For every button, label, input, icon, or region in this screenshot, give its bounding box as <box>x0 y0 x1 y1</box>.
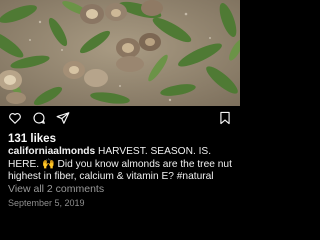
view-comments-link[interactable]: View all 2 comments <box>8 183 104 195</box>
post-action-bar <box>0 106 240 128</box>
paper-plane-icon[interactable] <box>56 111 70 125</box>
post-caption: californiaalmonds HARVEST. SEASON. IS. H… <box>8 146 236 184</box>
comment-bubble-icon[interactable] <box>32 111 46 125</box>
username-link[interactable]: californiaalmonds <box>8 146 95 157</box>
like-count[interactable]: 131 likes <box>8 133 56 145</box>
bookmark-icon[interactable] <box>218 111 232 125</box>
heart-icon[interactable] <box>8 111 22 125</box>
post-date: September 5, 2019 <box>8 198 85 208</box>
post-photo[interactable] <box>0 0 240 106</box>
